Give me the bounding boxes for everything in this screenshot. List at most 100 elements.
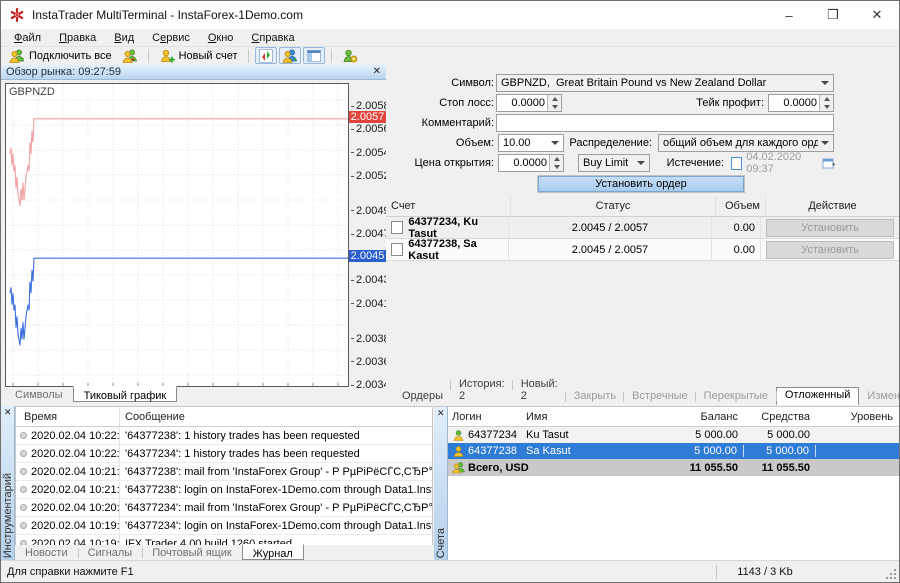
status-cell: 2.0045 / 2.0057: [509, 239, 711, 260]
spin-up-icon[interactable]: [548, 95, 561, 103]
col-message[interactable]: Сообщение: [120, 411, 432, 423]
tab-news[interactable]: Новости: [15, 545, 78, 561]
close-button[interactable]: ✕: [855, 1, 899, 29]
terminal-view-toggle[interactable]: [303, 47, 325, 64]
tick-chart[interactable]: GBPNZD: [5, 83, 349, 387]
funds-cell: 5 000.00: [744, 429, 816, 441]
tab-mailbox[interactable]: Почтовый ящик: [142, 545, 241, 561]
maximize-button[interactable]: ❐: [811, 1, 855, 29]
symbol-select[interactable]: GBPNZD, Great Britain Pound vs New Zeala…: [496, 74, 834, 92]
col-action[interactable]: Действие: [766, 196, 899, 216]
set-order-button-disabled[interactable]: Установить: [766, 241, 894, 259]
accounts-view-toggle[interactable]: [279, 47, 301, 64]
stop-loss-input[interactable]: 0.0000: [496, 94, 562, 112]
connect-all-button[interactable]: Подключить все: [5, 47, 116, 64]
order-type-select[interactable]: Buy Limit: [578, 154, 650, 172]
volume-select[interactable]: 10.00: [498, 134, 564, 152]
tab-modify[interactable]: Изменить: [859, 389, 900, 404]
market-overview-panel: Обзор рынка: 09:27:59 ✕ GBPNZD 2.00582.0…: [1, 64, 386, 404]
set-order-button-disabled[interactable]: Установить: [766, 219, 894, 237]
col-login[interactable]: Логин: [448, 411, 524, 423]
account-checkbox[interactable]: [391, 243, 403, 256]
expiration-checkbox[interactable]: [731, 157, 742, 170]
table-row-selected[interactable]: 64377238 Sa Kasut 5 000.00 5 000.00: [448, 443, 899, 459]
place-order-label: Установить ордер: [595, 178, 686, 190]
table-row[interactable]: 64377234 Ku Tasut 5 000.00 5 000.00: [448, 427, 899, 443]
col-time[interactable]: Время: [16, 407, 120, 426]
account-checkbox[interactable]: [391, 221, 403, 234]
volume-label: Объем:: [406, 137, 494, 149]
tab-counter[interactable]: Встречные: [624, 389, 696, 404]
market-watch-toggle[interactable]: [255, 47, 277, 64]
tab-signals[interactable]: Сигналы: [78, 545, 143, 561]
journal-time: 2020.02.04 10:21:0...: [31, 484, 120, 496]
new-account-button[interactable]: Новый счет: [155, 47, 242, 64]
col-funds[interactable]: Средства: [744, 411, 816, 423]
accounts-strip: ✕ Счета: [434, 407, 448, 562]
app-window: InstaTrader MultiTerminal - InstaForex-1…: [0, 0, 900, 583]
list-item[interactable]: 2020.02.04 10:19:5...'64377234': login o…: [16, 517, 432, 535]
list-item[interactable]: 2020.02.04 10:22:2...'64377238': 1 histo…: [16, 427, 432, 445]
list-item[interactable]: 2020.02.04 10:21:1...'64377238': mail fr…: [16, 463, 432, 481]
take-profit-input[interactable]: 0.0000: [768, 94, 834, 112]
accounts-close-icon[interactable]: ✕: [437, 409, 445, 418]
col-name[interactable]: Имя: [524, 411, 672, 423]
tab-journal[interactable]: Журнал: [242, 544, 304, 560]
price-label: 2.0054: [351, 147, 390, 159]
spin-down-icon[interactable]: [548, 103, 561, 111]
distribution-select[interactable]: общий объем для каждого ордера: [658, 134, 834, 152]
bid-price-badge: 2.0045: [349, 250, 386, 262]
expiration-field[interactable]: 04.02.2020 09:37: [731, 154, 835, 172]
comment-input[interactable]: [496, 114, 834, 132]
menu-service[interactable]: Сервис: [143, 31, 199, 45]
market-overview-close-icon[interactable]: ✕: [373, 67, 381, 77]
toolbar: Подключить все Новый счет: [1, 46, 899, 64]
menu-view[interactable]: Вид: [105, 31, 143, 45]
list-item[interactable]: 2020.02.04 10:20:0...'64377234': mail fr…: [16, 499, 432, 517]
tab-close[interactable]: Закрыть: [566, 389, 624, 404]
distribution-value: общий объем для каждого ордера: [663, 137, 818, 149]
col-account[interactable]: Счет: [386, 196, 511, 216]
table-row[interactable]: 64377234, Ku Tasut 2.0045 / 2.0057 0.00 …: [386, 217, 899, 239]
list-item[interactable]: 2020.02.04 10:21:0...'64377238': login o…: [16, 481, 432, 499]
spin-up-icon[interactable]: [550, 155, 563, 163]
spin-down-icon[interactable]: [550, 163, 563, 171]
place-order-button[interactable]: Установить ордер: [538, 176, 744, 192]
menu-window[interactable]: Окно: [199, 31, 243, 45]
tab-symbols[interactable]: Символы: [5, 387, 73, 403]
resize-grip[interactable]: [885, 568, 897, 580]
tab-new[interactable]: Новый: 2: [513, 377, 566, 404]
volume-cell: 0.00: [712, 217, 761, 238]
col-level[interactable]: Уровень: [816, 411, 899, 423]
tab-orders[interactable]: Ордеры: [394, 389, 451, 404]
ask-price-badge: 2.0057: [349, 111, 386, 123]
account-cell: 64377238, Sa Kasut: [408, 238, 503, 262]
list-item[interactable]: 2020.02.04 10:22:2...'64377234': 1 histo…: [16, 445, 432, 463]
spin-down-icon[interactable]: [820, 103, 833, 111]
open-price-input[interactable]: 0.0000: [498, 154, 564, 172]
list-item[interactable]: 2020.02.04 10:19:3...IFX Trader 4.00 bui…: [16, 535, 432, 545]
col-volume[interactable]: Объем: [716, 196, 766, 216]
col-balance[interactable]: Баланс: [672, 411, 744, 423]
chevron-down-icon: [821, 141, 829, 145]
spin-up-icon[interactable]: [820, 95, 833, 103]
tab-history[interactable]: История: 2: [451, 377, 513, 404]
comment-label: Комментарий:: [406, 117, 494, 129]
toolbox-close-icon[interactable]: ✕: [4, 408, 12, 417]
tab-tick-chart[interactable]: Тиковый график: [73, 386, 178, 402]
menu-help[interactable]: Справка: [242, 31, 303, 45]
account-settings-button[interactable]: [338, 47, 362, 64]
tab-pending[interactable]: Отложенный: [776, 387, 860, 405]
calendar-icon[interactable]: [822, 157, 835, 170]
accounts-panel: ✕ Счета Логин Имя Баланс Средства Уровен…: [434, 406, 899, 562]
journal-message: '64377234': 1 history trades has been re…: [120, 448, 432, 460]
tab-overlapped[interactable]: Перекрытые: [696, 389, 776, 404]
menu-file[interactable]: Файл: [5, 31, 50, 45]
journal-message: '64377238': login on InstaForex-1Demo.co…: [120, 484, 432, 496]
disconnect-all-button[interactable]: [118, 47, 142, 64]
minimize-button[interactable]: –: [767, 1, 811, 29]
menu-edit[interactable]: Правка: [50, 31, 105, 45]
open-price-value: 0.0000: [499, 155, 549, 171]
table-row[interactable]: 64377238, Sa Kasut 2.0045 / 2.0057 0.00 …: [386, 239, 899, 261]
col-status[interactable]: Статус: [511, 196, 716, 216]
